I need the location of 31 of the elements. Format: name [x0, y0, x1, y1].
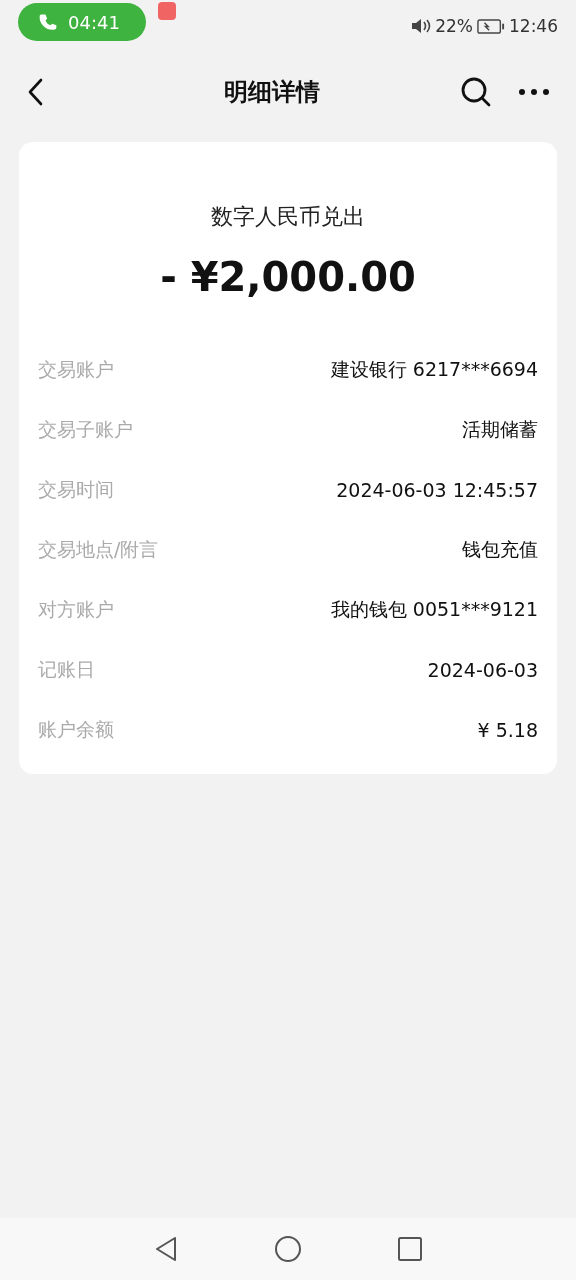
- phone-icon: [38, 12, 58, 32]
- field-label: 交易地点/附言: [38, 537, 159, 562]
- recents-nav-icon[interactable]: [398, 1237, 422, 1261]
- battery-percent: 22%: [435, 16, 473, 36]
- back-nav-icon[interactable]: [154, 1236, 178, 1262]
- field-value: 建设银行 6217***6694: [330, 357, 538, 382]
- field-value: 2024-06-03: [427, 659, 538, 681]
- volume-icon: [411, 18, 432, 34]
- field-value: ¥ 5.18: [477, 719, 538, 741]
- app-notification-icon: [158, 2, 176, 20]
- field-label: 对方账户: [38, 597, 114, 622]
- field-label: 交易子账户: [38, 417, 133, 442]
- field-value: 活期储蓄: [462, 417, 538, 442]
- call-indicator[interactable]: 04:41: [18, 3, 146, 41]
- clock: 12:46: [509, 16, 558, 36]
- field-label: 记账日: [38, 657, 95, 682]
- transaction-type: 数字人民币兑出: [211, 203, 365, 231]
- more-icon[interactable]: [518, 88, 550, 96]
- home-nav-icon[interactable]: [274, 1235, 302, 1263]
- page-title: 明细详情: [223, 77, 321, 108]
- field-label: 账户余额: [38, 717, 114, 742]
- back-icon[interactable]: [28, 78, 44, 106]
- call-duration: 04:41: [68, 11, 120, 33]
- field-value: 2024-06-03 12:45:57: [336, 479, 538, 501]
- field-label: 交易账户: [38, 357, 114, 382]
- field-label: 交易时间: [38, 477, 114, 502]
- transaction-amount: - ¥2,000.00: [160, 254, 416, 300]
- field-value: 我的钱包 0051***9121: [330, 597, 538, 622]
- search-icon[interactable]: [460, 76, 492, 108]
- field-value: 钱包充值: [462, 537, 538, 562]
- battery-icon: [477, 18, 505, 34]
